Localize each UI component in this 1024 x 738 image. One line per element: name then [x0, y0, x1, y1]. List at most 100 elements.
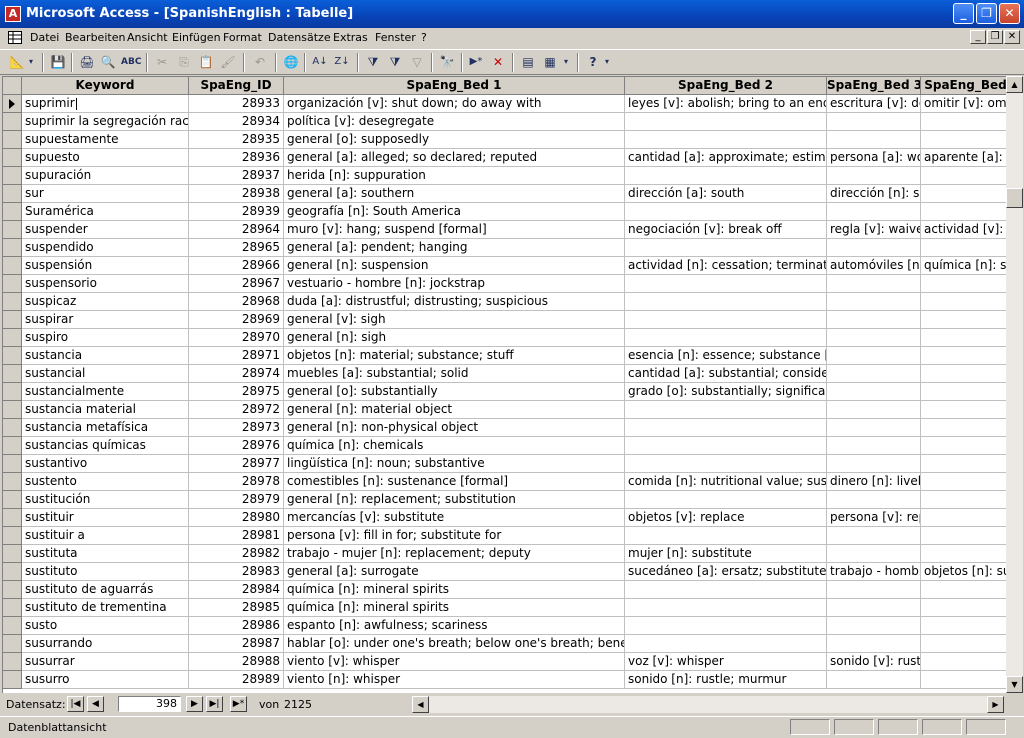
- table-row[interactable]: suspender 28964 muro [v]: hang; suspend [f…: [3, 221, 1007, 239]
- menu-format[interactable]: Format: [223, 31, 262, 44]
- record-selector[interactable]: [3, 239, 22, 257]
- cell-keyword[interactable]: sustancialmente: [22, 383, 189, 401]
- record-selector[interactable]: [3, 401, 22, 419]
- new-object-icon[interactable]: ▦: [541, 53, 559, 71]
- cell-spaeng-bed-1[interactable]: viento [n]: whisper: [284, 671, 625, 689]
- column-header-spaeng-bed-1[interactable]: SpaEng_Bed 1: [284, 77, 625, 95]
- column-header-spaeng-bed-2[interactable]: SpaEng_Bed 2: [625, 77, 827, 95]
- cell-spaeng-bed-3[interactable]: [827, 527, 921, 545]
- delete-record-icon[interactable]: ✕: [489, 53, 507, 71]
- menu-fenster[interactable]: Fenster: [375, 31, 416, 44]
- cell-spaeng-bed-3[interactable]: dirección [n]: so: [827, 185, 921, 203]
- cell-spaeng-bed-4[interactable]: [921, 113, 1007, 131]
- cell-spaeng-id[interactable]: 28986: [189, 617, 284, 635]
- cell-spaeng-bed-2[interactable]: mujer [n]: substitute: [625, 545, 827, 563]
- database-window-icon[interactable]: ▤: [519, 53, 537, 71]
- cell-spaeng-bed-1[interactable]: general [n]: non-physical object: [284, 419, 625, 437]
- cell-spaeng-bed-1[interactable]: objetos [n]: material; substance; stuff: [284, 347, 625, 365]
- horizontal-scrollbar[interactable]: ◀ ▶: [412, 696, 1004, 713]
- cell-spaeng-id[interactable]: 28980: [189, 509, 284, 527]
- cell-keyword[interactable]: supuesto: [22, 149, 189, 167]
- record-selector[interactable]: [3, 437, 22, 455]
- cell-spaeng-bed-1[interactable]: química [n]: chemicals: [284, 437, 625, 455]
- cell-spaeng-bed-3[interactable]: [827, 329, 921, 347]
- spellcheck-icon[interactable]: ABC: [121, 53, 141, 71]
- cell-spaeng-bed-1[interactable]: general [o]: substantially: [284, 383, 625, 401]
- mdi-minimize-button[interactable]: _: [970, 30, 986, 44]
- cell-spaeng-bed-4[interactable]: [921, 419, 1007, 437]
- cell-spaeng-id[interactable]: 28969: [189, 311, 284, 329]
- new-record-icon[interactable]: ▶*: [467, 53, 485, 71]
- cell-spaeng-bed-3[interactable]: [827, 455, 921, 473]
- cell-spaeng-bed-4[interactable]: [921, 383, 1007, 401]
- record-selector[interactable]: [3, 383, 22, 401]
- cell-spaeng-bed-3[interactable]: [827, 437, 921, 455]
- table-row[interactable]: sustancia material 28972 general [n]: mate…: [3, 401, 1007, 419]
- record-selector[interactable]: [3, 329, 22, 347]
- cell-spaeng-bed-3[interactable]: [827, 419, 921, 437]
- cell-spaeng-bed-2[interactable]: [625, 419, 827, 437]
- find-icon[interactable]: 🔭: [438, 53, 456, 71]
- record-selector[interactable]: [3, 455, 22, 473]
- cell-spaeng-bed-1[interactable]: mercancías [v]: substitute: [284, 509, 625, 527]
- table-row[interactable]: sur 28938 general [a]: southern dirección […: [3, 185, 1007, 203]
- cell-spaeng-bed-4[interactable]: [921, 365, 1007, 383]
- cell-spaeng-bed-2[interactable]: [625, 167, 827, 185]
- cell-spaeng-id[interactable]: 28968: [189, 293, 284, 311]
- cell-keyword[interactable]: sustancia: [22, 347, 189, 365]
- table-row[interactable]: sustituto de aguarrás 28984 química [n]: m…: [3, 581, 1007, 599]
- cell-spaeng-id[interactable]: 28983: [189, 563, 284, 581]
- cell-spaeng-id[interactable]: 28933: [189, 95, 284, 113]
- view-dropdown-icon[interactable]: ▾: [26, 53, 36, 71]
- sort-ascending-icon[interactable]: A↓: [311, 53, 329, 71]
- cell-keyword[interactable]: susurrar: [22, 653, 189, 671]
- current-record-field[interactable]: 398: [118, 696, 181, 712]
- table-row[interactable]: sustancia 28971 objetos [n]: material; sub…: [3, 347, 1007, 365]
- table-icon[interactable]: [8, 31, 22, 44]
- cell-spaeng-bed-2[interactable]: leyes [v]: abolish; bring to an end: [625, 95, 827, 113]
- cell-spaeng-bed-4[interactable]: [921, 653, 1007, 671]
- cell-spaeng-bed-3[interactable]: [827, 617, 921, 635]
- cell-spaeng-id[interactable]: 28967: [189, 275, 284, 293]
- cell-spaeng-id[interactable]: 28936: [189, 149, 284, 167]
- cell-spaeng-bed-3[interactable]: [827, 401, 921, 419]
- cell-spaeng-bed-2[interactable]: voz [v]: whisper: [625, 653, 827, 671]
- cell-spaeng-id[interactable]: 28934: [189, 113, 284, 131]
- table-row[interactable]: supuración 28937 herida [n]: suppuration: [3, 167, 1007, 185]
- cell-spaeng-bed-3[interactable]: trabajo - hombre: [827, 563, 921, 581]
- cell-spaeng-bed-4[interactable]: [921, 545, 1007, 563]
- record-selector[interactable]: [3, 185, 22, 203]
- cell-spaeng-bed-1[interactable]: general [n]: sigh: [284, 329, 625, 347]
- cell-spaeng-bed-1[interactable]: viento [v]: whisper: [284, 653, 625, 671]
- menu-help[interactable]: ?: [421, 31, 427, 44]
- cell-spaeng-bed-1[interactable]: general [n]: material object: [284, 401, 625, 419]
- cell-spaeng-bed-3[interactable]: automóviles [n]:: [827, 257, 921, 275]
- cell-spaeng-bed-3[interactable]: [827, 239, 921, 257]
- cell-spaeng-bed-2[interactable]: [625, 113, 827, 131]
- cell-spaeng-id[interactable]: 28974: [189, 365, 284, 383]
- datasheet-grid[interactable]: Keyword SpaEng_ID SpaEng_Bed 1 SpaEng_Be…: [2, 76, 1007, 693]
- cell-spaeng-id[interactable]: 28973: [189, 419, 284, 437]
- cell-keyword[interactable]: sustituir a: [22, 527, 189, 545]
- vertical-scroll-thumb[interactable]: [1006, 188, 1023, 208]
- cell-spaeng-id[interactable]: 28970: [189, 329, 284, 347]
- scroll-down-icon[interactable]: ▼: [1006, 676, 1023, 693]
- cell-spaeng-bed-4[interactable]: [921, 635, 1007, 653]
- table-row[interactable]: sustituto 28983 general [a]: surrogate suce…: [3, 563, 1007, 581]
- cell-spaeng-bed-4[interactable]: [921, 239, 1007, 257]
- record-selector[interactable]: [3, 653, 22, 671]
- table-row[interactable]: suprimir 28933 organización [v]: shut down…: [3, 95, 1007, 113]
- cell-spaeng-bed-1[interactable]: general [n]: suspension: [284, 257, 625, 275]
- cell-keyword[interactable]: suprimir: [22, 95, 189, 113]
- cell-spaeng-bed-1[interactable]: general [a]: pendent; hanging: [284, 239, 625, 257]
- cell-spaeng-bed-4[interactable]: [921, 131, 1007, 149]
- cell-spaeng-id[interactable]: 28981: [189, 527, 284, 545]
- cell-spaeng-bed-3[interactable]: persona [a]: wo: [827, 149, 921, 167]
- cell-spaeng-bed-4[interactable]: [921, 455, 1007, 473]
- filter-by-form-icon[interactable]: ⧩: [386, 53, 404, 71]
- cell-spaeng-bed-4[interactable]: [921, 293, 1007, 311]
- cell-spaeng-id[interactable]: 28977: [189, 455, 284, 473]
- cell-spaeng-bed-1[interactable]: química [n]: mineral spirits: [284, 581, 625, 599]
- sort-descending-icon[interactable]: Z↓: [333, 53, 351, 71]
- cell-spaeng-id[interactable]: 28938: [189, 185, 284, 203]
